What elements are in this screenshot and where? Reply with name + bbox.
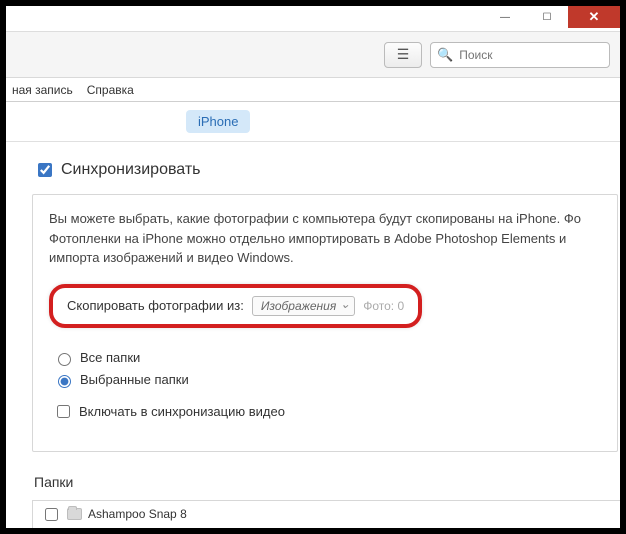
include-video-check[interactable]: Включать в синхронизацию видео bbox=[53, 402, 601, 421]
minimize-button[interactable]: — bbox=[484, 6, 526, 28]
maximize-button[interactable]: ☐ bbox=[526, 6, 568, 28]
list-icon: ☰ bbox=[397, 46, 410, 63]
copy-from-highlight: Скопировать фотографии из: Изображения Ф… bbox=[49, 284, 422, 328]
folder-icon bbox=[67, 508, 82, 520]
window-titlebar: — ☐ ✕ bbox=[6, 6, 620, 32]
radio-selected-folders-input[interactable] bbox=[58, 375, 71, 388]
tab-iphone[interactable]: iPhone bbox=[186, 110, 250, 133]
folders-heading: Папки bbox=[34, 474, 620, 490]
app-frame: — ☐ ✕ ☰ 🔍 ная запись Справка iPhone Синх… bbox=[6, 6, 620, 528]
include-video-checkbox[interactable] bbox=[57, 405, 70, 418]
sync-checkbox[interactable] bbox=[38, 163, 52, 177]
radio-selected-folders[interactable]: Выбранные папки bbox=[53, 372, 601, 388]
folder-name: Ashampoo Snap 8 bbox=[88, 507, 187, 521]
copy-from-select[interactable]: Изображения bbox=[252, 296, 355, 316]
folder-checkbox[interactable] bbox=[45, 508, 58, 521]
sync-panel: Вы можете выбрать, какие фотографии с ко… bbox=[32, 194, 618, 452]
photo-count: Фото: 0 bbox=[363, 299, 404, 313]
copy-from-label: Скопировать фотографии из: bbox=[67, 298, 244, 313]
search-input[interactable] bbox=[457, 47, 616, 63]
radio-selected-folders-label: Выбранные папки bbox=[80, 372, 189, 387]
device-tab-row: iPhone bbox=[6, 102, 620, 142]
folder-list: Ashampoo Snap 8 Camera Roll Saved Pictur… bbox=[32, 500, 620, 529]
main-toolbar: ☰ 🔍 bbox=[6, 32, 620, 78]
radio-all-folders-label: Все папки bbox=[80, 350, 140, 365]
folder-mode-group: Все папки Выбранные папки Включать в син… bbox=[53, 350, 601, 421]
sync-header: Синхронизировать bbox=[34, 160, 620, 180]
include-video-label: Включать в синхронизацию видео bbox=[79, 404, 285, 419]
menu-item-help[interactable]: Справка bbox=[87, 83, 134, 97]
radio-all-folders-input[interactable] bbox=[58, 353, 71, 366]
radio-all-folders[interactable]: Все папки bbox=[53, 350, 601, 366]
sync-description: Вы можете выбрать, какие фотографии с ко… bbox=[49, 209, 601, 268]
menu-item-account[interactable]: ная запись bbox=[12, 83, 73, 97]
list-view-button[interactable]: ☰ bbox=[384, 42, 422, 68]
sync-title: Синхронизировать bbox=[61, 161, 201, 179]
close-button[interactable]: ✕ bbox=[568, 6, 620, 28]
search-icon: 🔍 bbox=[437, 47, 453, 63]
folder-row[interactable]: Ashampoo Snap 8 bbox=[33, 501, 620, 529]
menu-bar: ная запись Справка bbox=[6, 78, 620, 102]
content-area: Синхронизировать Вы можете выбрать, каки… bbox=[6, 142, 620, 528]
search-field[interactable]: 🔍 bbox=[430, 42, 610, 68]
